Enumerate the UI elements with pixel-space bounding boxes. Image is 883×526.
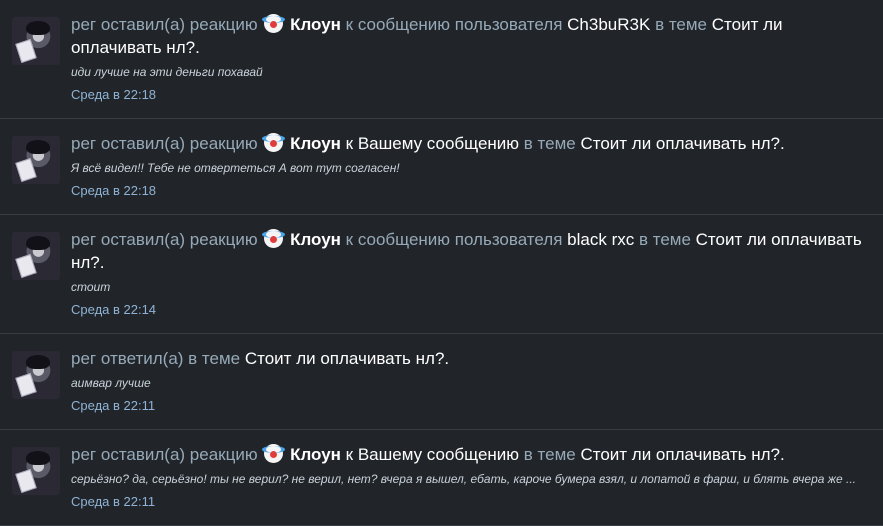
action-text: оставил(а) реакцию [100,134,258,153]
alert-item[interactable]: рег оставил(а) реакцию Клоун к сообщению… [0,0,883,119]
action-text: оставил(а) реакцию [100,15,258,34]
alert-title: рег оставил(а) реакцию Клоун к сообщению… [71,228,867,274]
alert-title: рег оставил(а) реакцию Клоун к Вашему со… [71,132,867,155]
alert-item[interactable]: рег оставил(а) реакцию Клоун к сообщению… [0,215,883,334]
avatar[interactable] [12,351,60,399]
in-thread-text: в теме [638,230,691,249]
timestamp: Среда в 22:11 [71,494,156,509]
message-snippet[interactable]: иди лучше на эти деньги похавай [71,63,867,81]
alert-item[interactable]: рег ответил(а) в теме Стоит ли оплачиват… [0,334,883,430]
timestamp: Среда в 22:14 [71,302,157,317]
reaction-name: Клоун [290,230,341,249]
reaction-name: Клоун [290,15,341,34]
thread-link[interactable]: Стоит ли оплачивать нл?. [580,445,784,464]
reaction-name: Клоун [290,445,341,464]
avatar[interactable] [12,232,60,280]
action-text: ответил(а) [100,349,184,368]
avatar[interactable] [12,447,60,495]
avatar[interactable] [12,136,60,184]
alert-title: рег оставил(а) реакцию Клоун к Вашему со… [71,443,867,466]
target-text[interactable]: к Вашему сообщению [346,445,519,464]
user-link[interactable]: рег [71,445,96,464]
avatar[interactable] [12,17,60,65]
message-snippet[interactable]: стоит [71,278,867,296]
alert-item[interactable]: рег оставил(а) реакцию Клоун к Вашему со… [0,119,883,215]
user-link[interactable]: рег [71,349,96,368]
clown-icon [262,14,286,33]
target-user-link[interactable]: black rxc [567,230,634,249]
message-snippet[interactable]: серьёзно? да, серьёзно! ты не верил? не … [71,470,867,488]
alerts-feed: рег оставил(а) реакцию Клоун к сообщению… [0,0,883,526]
timestamp: Среда в 22:11 [71,398,156,413]
user-link[interactable]: рег [71,230,96,249]
in-thread-text: в теме [523,445,576,464]
timestamp: Среда в 22:18 [71,183,157,198]
timestamp: Среда в 22:18 [71,87,157,102]
target-text[interactable]: к Вашему сообщению [346,134,519,153]
target-text: к сообщению пользователя [345,15,563,34]
in-thread-text: в теме [523,134,576,153]
target-text: к сообщению пользователя [345,230,563,249]
user-link[interactable]: рег [71,134,96,153]
alert-title: рег оставил(а) реакцию Клоун к сообщению… [71,13,867,59]
clown-icon [262,133,286,152]
action-text: оставил(а) реакцию [100,445,258,464]
clown-icon [262,229,286,248]
message-snippet[interactable]: Я всё видел!! Тебе не отвертеться А вот … [71,159,867,177]
in-thread-text: в теме [188,349,241,368]
action-text: оставил(а) реакцию [100,230,258,249]
alert-item[interactable]: рег оставил(а) реакцию Клоун к Вашему со… [0,430,883,526]
target-user-link[interactable]: Ch3buR3K [567,15,650,34]
message-snippet[interactable]: аимвар лучше [71,374,867,392]
reaction-name: Клоун [290,134,341,153]
alert-title: рег ответил(а) в теме Стоит ли оплачиват… [71,347,867,370]
thread-link[interactable]: Стоит ли оплачивать нл?. [580,134,784,153]
in-thread-text: в теме [655,15,708,34]
clown-icon [262,444,286,463]
thread-link[interactable]: Стоит ли оплачивать нл?. [245,349,449,368]
user-link[interactable]: рег [71,15,96,34]
